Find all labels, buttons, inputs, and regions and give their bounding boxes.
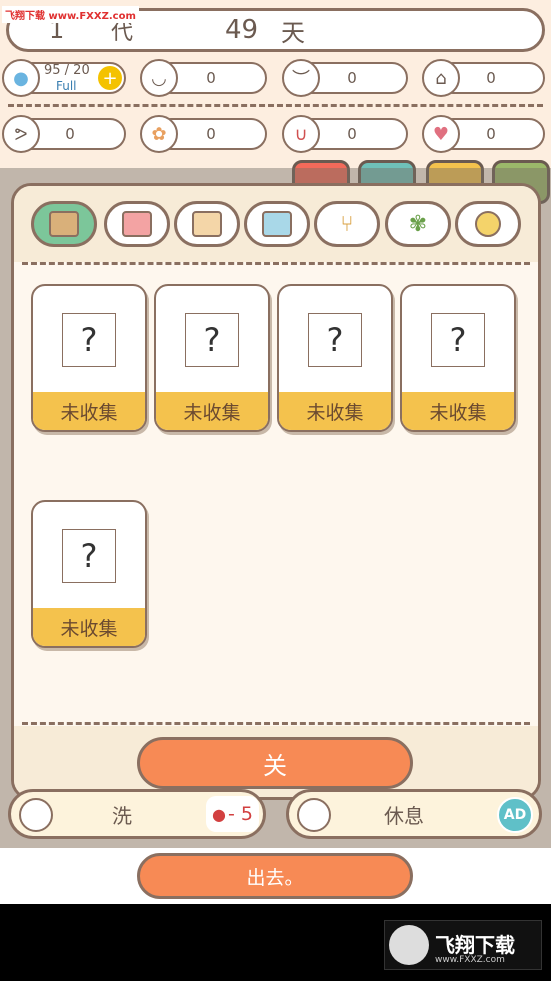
rest-button[interactable]: 休息 AD — [286, 789, 542, 839]
tab-wallpaper[interactable] — [104, 201, 170, 247]
love-value: 0 — [486, 125, 496, 143]
unknown-item-icon: ? — [62, 529, 116, 583]
item-card[interactable]: ? 未收集 — [31, 284, 147, 432]
unknown-item-icon: ? — [185, 313, 239, 367]
brand-name: 飞翔下载 — [435, 933, 515, 957]
item-card[interactable]: ? 未收集 — [277, 284, 393, 432]
stats-divider — [8, 104, 543, 107]
mood-face-icon: ︶ — [282, 59, 320, 97]
add-water-icon[interactable]: + — [98, 66, 122, 90]
tab-frame[interactable] — [174, 201, 240, 247]
strength-value: 0 — [65, 125, 75, 143]
item-status: 未收集 — [33, 392, 145, 430]
days-number: 49 — [225, 15, 259, 45]
care-actions: 洗 ● - 5 休息 AD — [0, 785, 551, 847]
wallpaper-icon — [122, 211, 152, 237]
wash-cost: ● - 5 — [206, 796, 259, 832]
unknown-item-icon: ? — [308, 313, 362, 367]
arm-icon: ᕗ — [2, 115, 40, 153]
magnet-value: 0 — [347, 125, 357, 143]
unknown-item-icon: ? — [431, 313, 485, 367]
ad-badge: AD — [497, 797, 533, 833]
watermark-top: 飞翔下载 www.FXXZ.com — [2, 6, 139, 23]
hunger-value: 0 — [206, 69, 216, 87]
item-status: 未收集 — [279, 392, 391, 430]
heart-icon: ♥ — [422, 115, 460, 153]
brand-url: www.FXXZ.com — [435, 955, 505, 965]
water-value: 95 / 20 — [44, 63, 90, 78]
item-card[interactable]: ? 未收集 — [31, 500, 147, 648]
tab-ball[interactable] — [455, 201, 521, 247]
item-card[interactable]: ? 未收集 — [400, 284, 516, 432]
brain-value: 0 — [206, 125, 216, 143]
water-drop-icon: ● — [2, 59, 40, 97]
collection-panel: ⑂ ✾ ? 未收集 ? 未收集 ? 未收集 ? 未收集 ? 未收集 — [11, 183, 541, 800]
water-drop-icon: ● — [212, 804, 227, 824]
stats-panel: 95 / 20 Full + ● 0 ◡ 0 ︶ 0 ⌂ 0 ᕗ 0 ✿ 0 ∪… — [0, 58, 551, 168]
tab-floor[interactable] — [31, 201, 97, 247]
item-card[interactable]: ? 未收集 — [154, 284, 270, 432]
item-status: 未收集 — [33, 608, 145, 646]
shower-icon: ⌂ — [422, 59, 460, 97]
brand-logo: 飞翔下载 www.FXXZ.com — [384, 920, 542, 970]
plant-icon: ✾ — [408, 211, 428, 237]
mood-value: 0 — [347, 69, 357, 87]
days-label: 天 — [281, 18, 305, 47]
footer-divider — [22, 722, 530, 725]
floor-icon — [49, 211, 79, 237]
wash-cost-value: - 5 — [228, 803, 253, 825]
magnet-icon: ∪ — [282, 115, 320, 153]
water-status: Full — [56, 79, 77, 93]
frame-icon — [192, 211, 222, 237]
hunger-face-icon: ◡ — [140, 59, 178, 97]
window-icon — [262, 211, 292, 237]
brain-icon: ✿ — [140, 115, 178, 153]
wash-button[interactable]: 洗 ● - 5 — [8, 789, 266, 839]
item-status: 未收集 — [156, 392, 268, 430]
tab-plant[interactable]: ✾ — [385, 201, 451, 247]
pet-face-icon — [297, 798, 331, 832]
rest-label: 休息 — [384, 803, 424, 828]
ball-icon — [475, 211, 501, 237]
go-out-button[interactable]: 出去。 — [137, 853, 413, 899]
tabs-divider — [22, 262, 530, 265]
item-status: 未收集 — [402, 392, 514, 430]
tab-chair[interactable]: ⑂ — [314, 201, 380, 247]
chair-icon: ⑂ — [340, 211, 354, 237]
collection-tabs: ⑂ ✾ — [14, 186, 538, 262]
logo-icon — [389, 925, 429, 965]
pet-face-icon — [19, 798, 53, 832]
close-button[interactable]: 关 — [137, 737, 413, 789]
unknown-item-icon: ? — [62, 313, 116, 367]
shower-value: 0 — [486, 69, 496, 87]
tab-window[interactable] — [244, 201, 310, 247]
wash-label: 洗 — [112, 803, 132, 828]
